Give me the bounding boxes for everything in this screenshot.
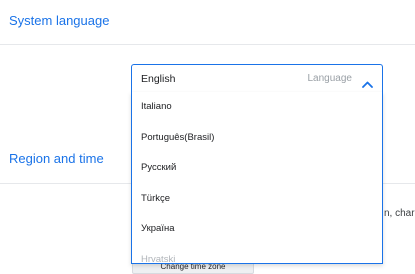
region-time-description-fragment: n, char (384, 208, 415, 219)
language-option-portugues-brasil[interactable]: Português(Brasil) (132, 123, 382, 154)
region-time-title: Region and time (9, 151, 104, 166)
chevron-up-icon[interactable] (362, 75, 373, 88)
language-option-turkce[interactable]: Türkçe (132, 184, 382, 215)
system-language-title: System language (9, 13, 110, 28)
language-option-ukraina[interactable]: Україна (132, 214, 382, 245)
language-option-russkiy[interactable]: Русский (132, 153, 382, 184)
section-divider (0, 44, 415, 45)
language-option-hrvatski[interactable]: Hrvatski (132, 245, 382, 264)
language-select-label: Language (307, 73, 353, 84)
language-select[interactable]: English Language (131, 64, 383, 92)
language-option-italiano[interactable]: Italiano (132, 92, 382, 123)
language-dropdown-list: Italiano Português(Brasil) Русский Türkç… (131, 92, 383, 264)
language-select-value: English (141, 73, 176, 85)
